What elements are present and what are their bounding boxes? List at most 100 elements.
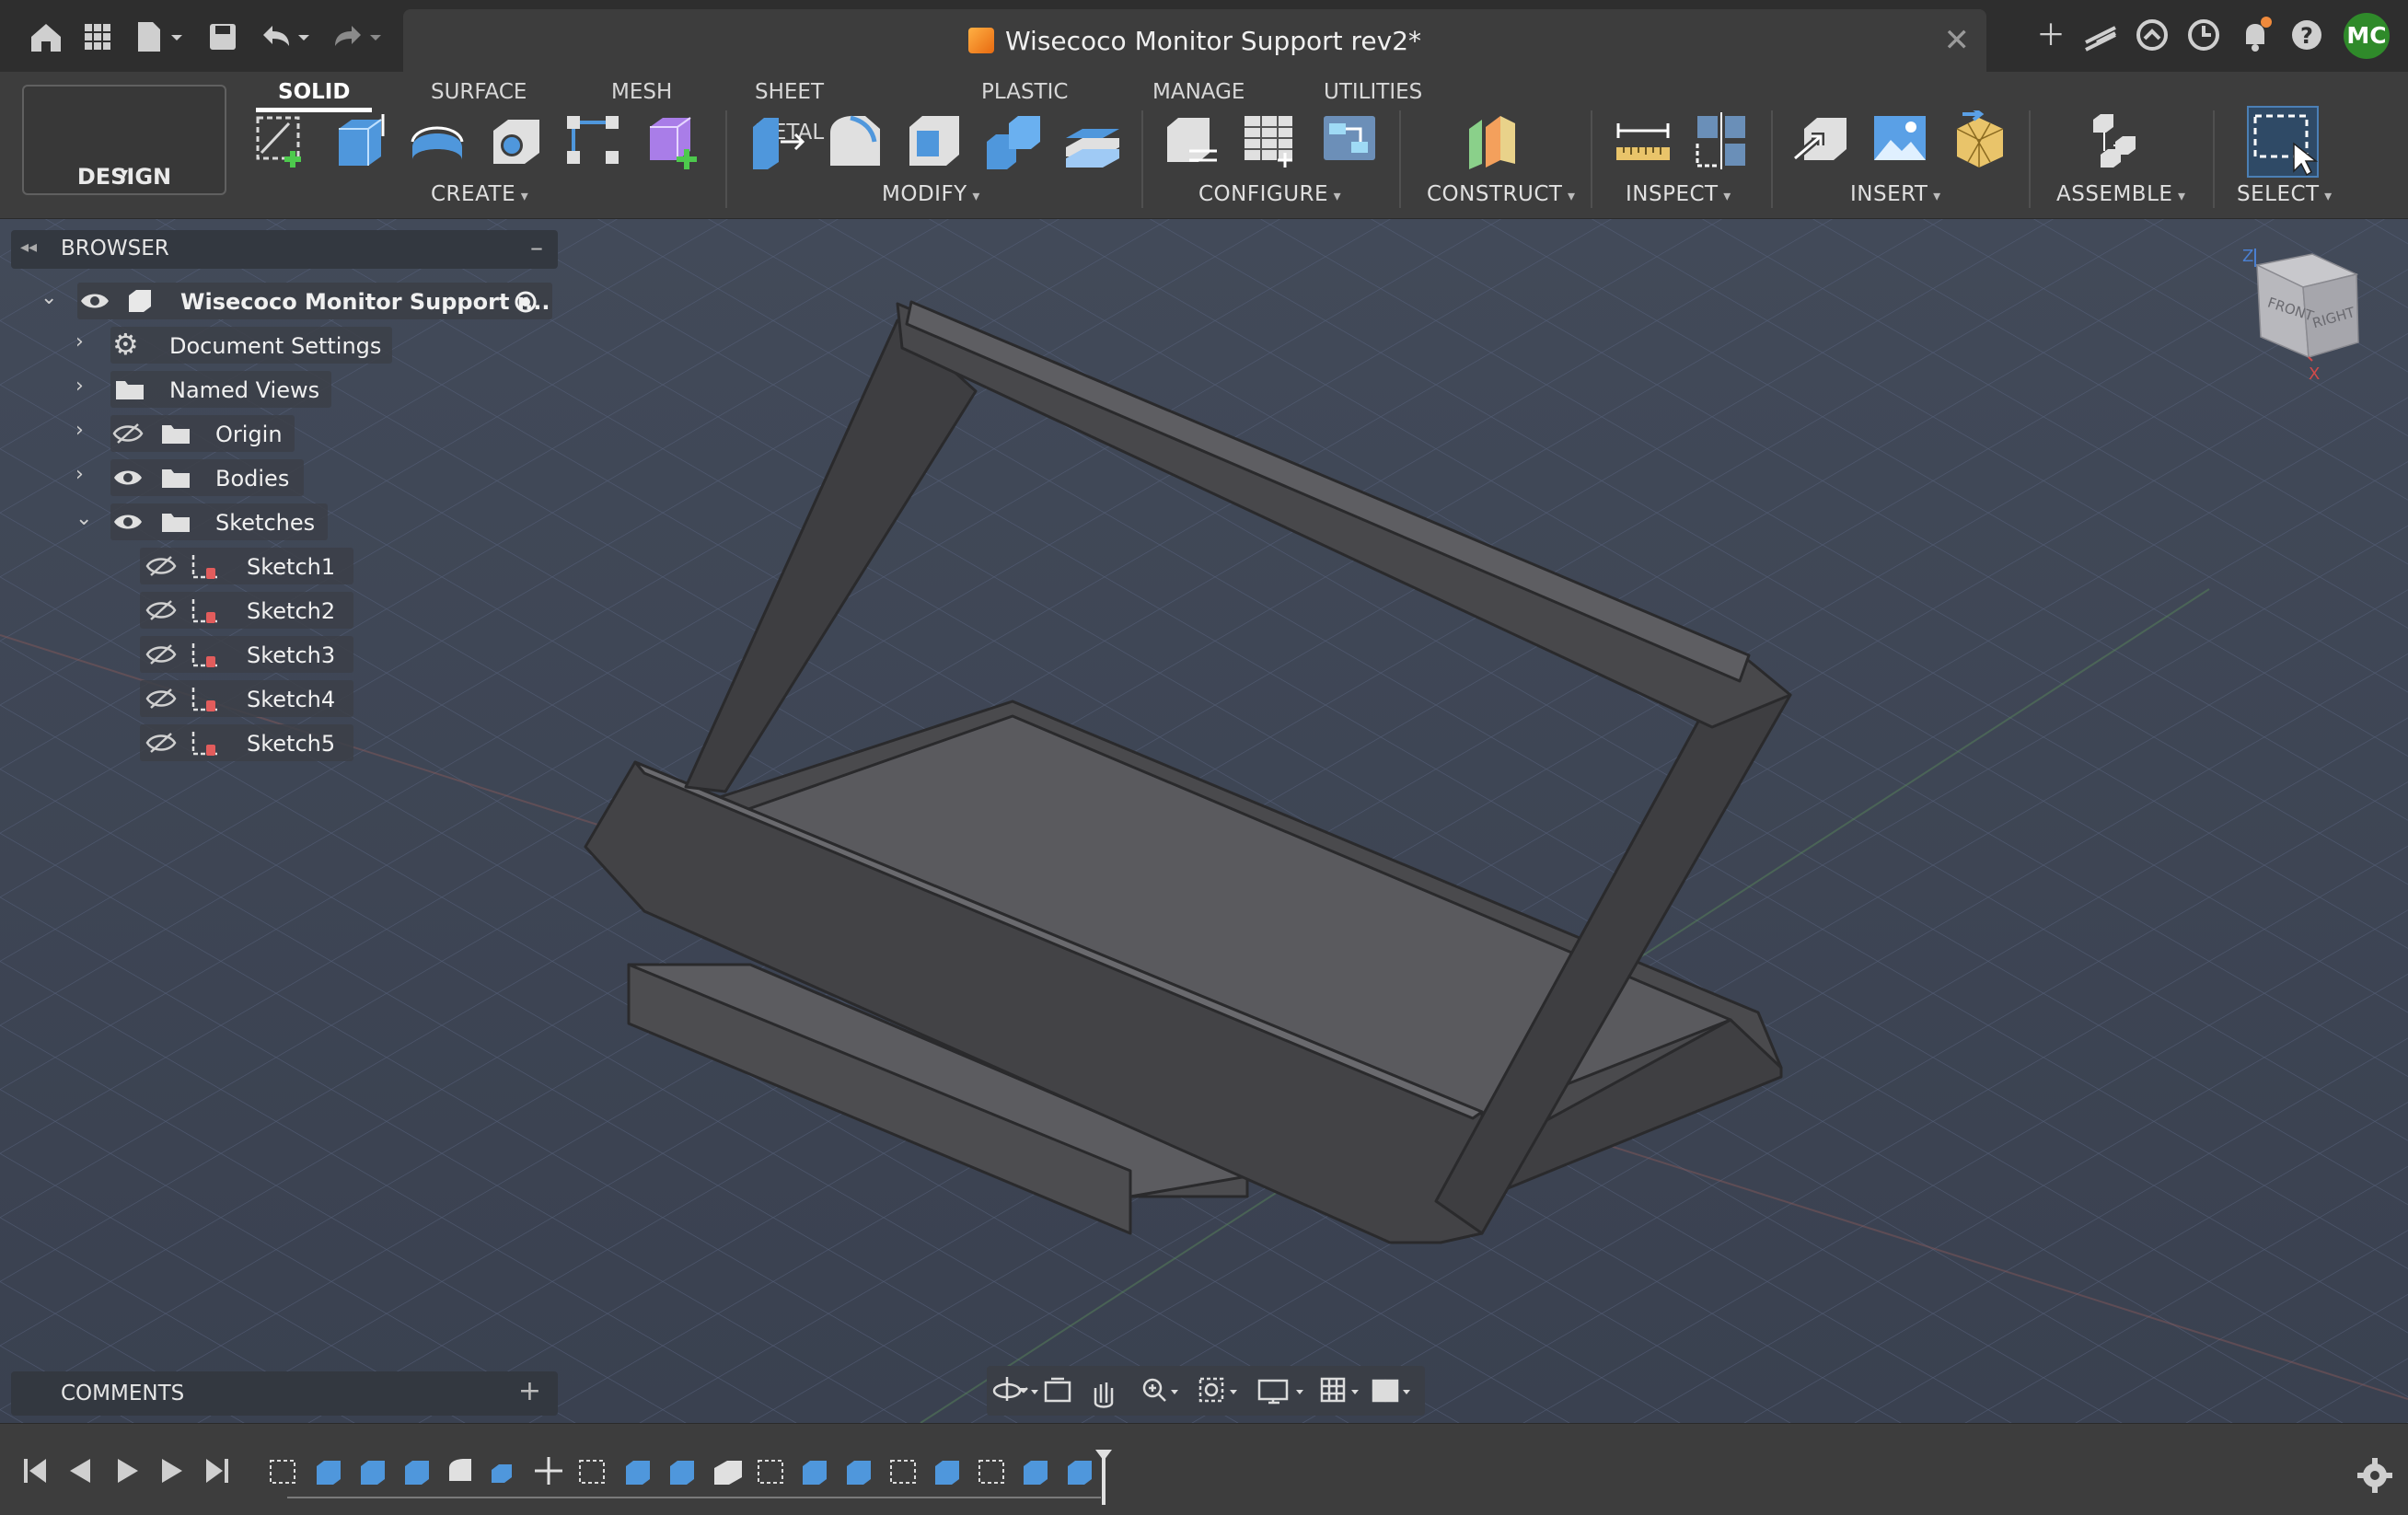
- configuration-table-icon[interactable]: [1241, 110, 1302, 171]
- go-to-end-icon[interactable]: [206, 1459, 228, 1483]
- extrude-icon[interactable]: [330, 110, 390, 171]
- tree-row-sketch[interactable]: Sketch5: [138, 724, 359, 761]
- chevron-right-icon[interactable]: ›: [75, 375, 98, 402]
- home-icon[interactable]: [26, 17, 66, 57]
- construct-menu[interactable]: CONSTRUCT: [1427, 182, 1576, 206]
- hidden-eye-icon[interactable]: [145, 688, 177, 710]
- configuration-rules-icon[interactable]: [1320, 110, 1381, 171]
- create-sketch-icon[interactable]: [252, 110, 313, 171]
- visibility-eye-icon[interactable]: [79, 290, 110, 312]
- tab-utilities[interactable]: UTILITIES: [1324, 72, 1422, 112]
- grid-settings-icon[interactable]: [1320, 1377, 1346, 1403]
- tree-row-bodies[interactable]: › Bodies: [70, 459, 328, 496]
- chevron-down-icon[interactable]: ⌄: [41, 286, 63, 314]
- timeline-settings-gear-icon[interactable]: [2357, 1458, 2392, 1493]
- insert-mesh-icon[interactable]: [1950, 110, 2010, 171]
- display-settings-icon[interactable]: [1257, 1379, 1289, 1405]
- select-icon[interactable]: [2246, 105, 2320, 179]
- visibility-eye-icon[interactable]: [112, 511, 144, 533]
- file-menu-icon[interactable]: [131, 17, 190, 57]
- tree-row-sketch[interactable]: Sketch4: [138, 680, 359, 717]
- configure-menu[interactable]: CONFIGURE: [1198, 182, 1341, 206]
- undo-icon[interactable]: [256, 17, 315, 57]
- go-to-start-icon[interactable]: [24, 1459, 46, 1483]
- insert-menu[interactable]: INSERT: [1850, 182, 1941, 206]
- tab-surface[interactable]: SURFACE: [431, 72, 527, 112]
- data-panel-icon[interactable]: [2080, 15, 2121, 55]
- viewports-icon[interactable]: [1372, 1379, 1399, 1403]
- active-radio-icon[interactable]: [514, 290, 538, 314]
- add-comment-icon[interactable]: +: [518, 1375, 541, 1407]
- step-forward-icon[interactable]: [162, 1459, 182, 1483]
- measure-icon[interactable]: [1613, 110, 1673, 171]
- document-tab[interactable]: Wisecoco Monitor Support rev2* ✕: [403, 9, 1986, 72]
- new-component-icon[interactable]: [2088, 110, 2148, 171]
- hidden-eye-icon[interactable]: [112, 422, 144, 445]
- tree-row-sketch[interactable]: Sketch2: [138, 592, 359, 629]
- visibility-eye-icon[interactable]: [112, 467, 144, 489]
- hidden-eye-icon[interactable]: [145, 732, 177, 754]
- modify-menu[interactable]: MODIFY: [882, 182, 980, 206]
- close-tab-icon[interactable]: ✕: [1944, 22, 1971, 59]
- fit-icon[interactable]: [1198, 1377, 1224, 1403]
- timeline-features[interactable]: [270, 1457, 1092, 1485]
- hole-icon[interactable]: [486, 110, 547, 171]
- create-menu[interactable]: CREATE: [431, 182, 528, 206]
- tree-row-sketch[interactable]: Sketch3: [138, 636, 359, 673]
- zoom-icon[interactable]: [1142, 1378, 1166, 1402]
- hidden-eye-icon[interactable]: [145, 555, 177, 577]
- press-pull-icon[interactable]: [747, 110, 808, 171]
- inspect-menu[interactable]: INSPECT: [1626, 182, 1731, 206]
- redo-icon[interactable]: [328, 17, 387, 57]
- pan-icon[interactable]: [1094, 1382, 1114, 1408]
- tree-row-root[interactable]: ⌄ Wisecoco Monitor Support r...: [37, 283, 558, 319]
- tree-row-named-views[interactable]: › Named Views: [70, 371, 346, 408]
- tree-row-document-settings[interactable]: › ⚙ Document Settings: [70, 327, 401, 364]
- tab-manage[interactable]: MANAGE: [1152, 72, 1245, 112]
- user-avatar[interactable]: MC: [2344, 13, 2390, 59]
- insert-derive-icon[interactable]: [1791, 110, 1852, 171]
- revolve-icon[interactable]: [407, 110, 468, 171]
- tree-row-sketch[interactable]: Sketch1: [138, 548, 359, 584]
- look-at-icon[interactable]: [1044, 1377, 1071, 1403]
- tab-mesh[interactable]: MESH: [611, 72, 672, 112]
- chevron-right-icon[interactable]: ›: [75, 330, 98, 358]
- view-cube[interactable]: FRONT RIGHT Z X: [2220, 247, 2386, 431]
- rectangular-pattern-icon[interactable]: [563, 110, 624, 171]
- chevron-right-icon[interactable]: ›: [75, 463, 98, 491]
- combine-icon[interactable]: [983, 110, 1044, 171]
- tree-row-sketches[interactable]: ⌄ Sketches: [70, 503, 346, 540]
- chevron-down-icon[interactable]: ⌄: [75, 507, 98, 535]
- canvas-viewport[interactable]: FRONT RIGHT Z X: [0, 219, 2408, 1423]
- hidden-eye-icon[interactable]: [145, 599, 177, 621]
- tree-row-origin[interactable]: › Origin: [70, 415, 328, 452]
- fillet-icon[interactable]: [825, 110, 886, 171]
- offset-face-icon[interactable]: [1062, 110, 1123, 171]
- offset-plane-icon[interactable]: [1464, 110, 1524, 171]
- orbit-icon[interactable]: [992, 1377, 1028, 1401]
- step-back-icon[interactable]: [70, 1459, 90, 1483]
- shell-icon[interactable]: [904, 110, 965, 171]
- notifications-bell-icon[interactable]: [2235, 15, 2275, 55]
- tab-plastic[interactable]: PLASTIC: [981, 72, 1068, 112]
- hidden-eye-icon[interactable]: [145, 643, 177, 665]
- extensions-icon[interactable]: [2132, 15, 2172, 55]
- play-icon[interactable]: [118, 1459, 138, 1483]
- chevron-right-icon[interactable]: ›: [75, 419, 98, 446]
- job-status-icon[interactable]: [2183, 15, 2224, 55]
- apps-grid-icon[interactable]: [77, 17, 118, 57]
- create-form-icon[interactable]: [643, 110, 703, 171]
- configure-icon[interactable]: [1162, 110, 1222, 171]
- collapse-panel-icon[interactable]: ◂◂: [20, 237, 37, 257]
- tab-solid[interactable]: SOLID: [255, 72, 374, 112]
- help-icon[interactable]: ?: [2286, 15, 2327, 55]
- select-menu[interactable]: SELECT: [2237, 182, 2333, 206]
- assemble-menu[interactable]: ASSEMBLE: [2056, 182, 2186, 206]
- minimize-browser-icon[interactable]: –: [530, 232, 543, 262]
- workspace-switcher[interactable]: DESIGN ▾: [22, 85, 226, 195]
- save-icon[interactable]: [203, 17, 243, 57]
- tab-sheet-metal[interactable]: SHEET METAL: [755, 72, 824, 145]
- insert-canvas-icon[interactable]: [1870, 110, 1931, 171]
- browser-header[interactable]: ◂◂ BROWSER –: [11, 230, 558, 269]
- new-tab-icon[interactable]: ＋: [2031, 15, 2071, 55]
